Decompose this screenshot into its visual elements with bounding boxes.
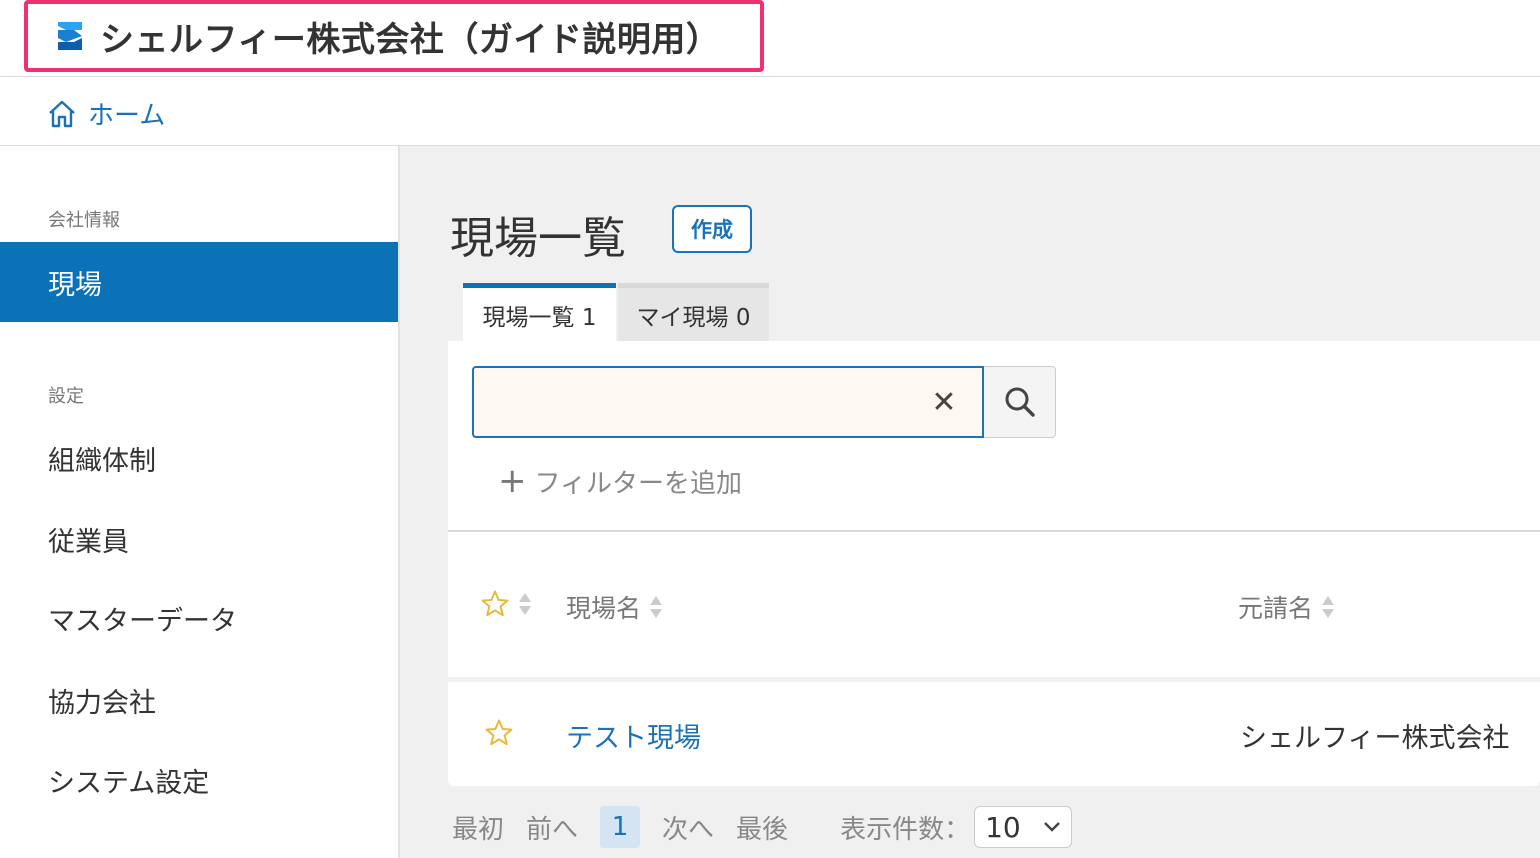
pagination: 最初 前へ 1 次へ 最後 表示件数： 10 bbox=[452, 806, 1073, 848]
sidebar-item-organization[interactable]: 組織体制 bbox=[0, 418, 398, 498]
sidebar-item-partners[interactable]: 協力会社 bbox=[0, 660, 398, 740]
column-header-contractor[interactable]: 元請名 bbox=[1238, 589, 1335, 625]
close-icon[interactable]: ✕ bbox=[926, 384, 962, 420]
sort-icon bbox=[1322, 596, 1335, 618]
breadcrumb-bar: ホーム bbox=[0, 77, 1540, 146]
page-title: 現場一覧 bbox=[450, 213, 626, 264]
contractor-name: シェルフィー株式会社 bbox=[1240, 723, 1510, 754]
column-header-favorite[interactable] bbox=[480, 589, 532, 619]
search-button[interactable] bbox=[984, 366, 1056, 438]
divider bbox=[448, 530, 1540, 532]
favorite-toggle[interactable] bbox=[484, 718, 514, 752]
company-name: シェルフィー株式会社（ガイド説明用） bbox=[100, 19, 721, 60]
sidebar-item-employees[interactable]: 従業員 bbox=[0, 499, 398, 579]
chevron-down-icon bbox=[1044, 822, 1060, 832]
search-input[interactable] bbox=[474, 368, 932, 434]
sidebar-item-master-data[interactable]: マスターデータ bbox=[0, 578, 398, 658]
top-bar: シェルフィー株式会社（ガイド説明用） bbox=[0, 0, 1540, 77]
sidebar-item-label: 組織体制 bbox=[48, 445, 156, 477]
column-header-site-name[interactable]: 現場名 bbox=[566, 589, 663, 625]
sidebar-item-sites[interactable]: 現場 bbox=[0, 242, 398, 322]
tab-site-list[interactable]: 現場一覧 1 bbox=[463, 283, 616, 341]
pager-current-page[interactable]: 1 bbox=[600, 806, 641, 848]
search-icon bbox=[1005, 387, 1035, 417]
column-header-label: 現場名 bbox=[566, 594, 642, 623]
main-content: 現場一覧 作成 現場一覧 1 マイ現場 0 ✕ + フィルターを追加 現場名 元… bbox=[400, 146, 1540, 858]
site-name-link[interactable]: テスト現場 bbox=[566, 716, 701, 755]
pager-prev[interactable]: 前へ bbox=[526, 809, 578, 846]
search-field[interactable]: ✕ bbox=[472, 366, 984, 438]
per-page-label: 表示件数： bbox=[840, 814, 971, 845]
sidebar-heading-company: 会社情報 bbox=[48, 210, 120, 231]
sidebar-item-label: システム設定 bbox=[48, 767, 210, 799]
star-outline-icon bbox=[481, 590, 509, 617]
tab-my-sites[interactable]: マイ現場 0 bbox=[618, 283, 769, 341]
pager-first[interactable]: 最初 bbox=[452, 809, 504, 846]
table-row[interactable]: テスト現場 シェルフィー株式会社 bbox=[448, 682, 1540, 786]
search-panel: ✕ + フィルターを追加 現場名 元請名 bbox=[448, 341, 1540, 677]
create-button[interactable]: 作成 bbox=[672, 205, 752, 253]
sidebar-item-label: 現場 bbox=[48, 269, 102, 301]
pager-next[interactable]: 次へ bbox=[662, 809, 714, 846]
pager-last[interactable]: 最後 bbox=[736, 809, 788, 846]
sidebar: 会社情報 現場 設定 組織体制 従業員 マスターデータ 協力会社 システム設定 bbox=[0, 146, 400, 858]
per-page-select[interactable]: 10 bbox=[974, 806, 1073, 848]
star-outline-icon bbox=[485, 719, 513, 746]
column-header-label: 元請名 bbox=[1238, 594, 1314, 623]
sidebar-item-label: マスターデータ bbox=[48, 605, 237, 637]
home-icon bbox=[49, 100, 75, 127]
sidebar-item-system-settings[interactable]: システム設定 bbox=[0, 740, 398, 820]
add-filter-label: フィルターを追加 bbox=[534, 468, 742, 499]
shelfy-logo-icon bbox=[58, 22, 82, 50]
sidebar-item-label: 協力会社 bbox=[48, 687, 156, 719]
per-page-value: 10 bbox=[985, 810, 1021, 844]
sidebar-heading-settings: 設定 bbox=[48, 386, 84, 407]
sort-icon bbox=[519, 593, 531, 615]
breadcrumb-home-label[interactable]: ホーム bbox=[88, 95, 165, 132]
breadcrumb-home[interactable]: ホーム bbox=[46, 95, 165, 132]
company-name-highlight: シェルフィー株式会社（ガイド説明用） bbox=[24, 0, 764, 72]
sort-icon bbox=[650, 596, 663, 618]
sidebar-item-label: 従業員 bbox=[48, 526, 129, 558]
plus-icon: + bbox=[498, 461, 527, 501]
add-filter-button[interactable]: + フィルターを追加 bbox=[498, 461, 742, 501]
